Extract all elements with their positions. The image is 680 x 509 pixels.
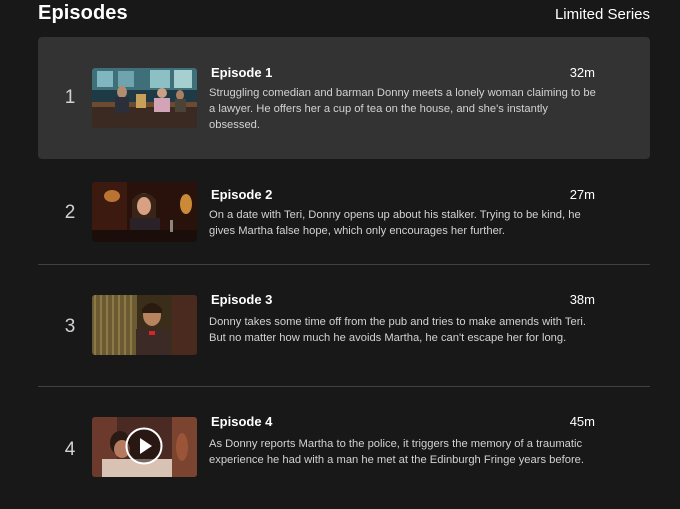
episode-duration: 45m <box>569 414 595 429</box>
episode-number: 3 <box>64 316 76 337</box>
episode-description: As Donny reports Martha to the police, i… <box>209 438 585 467</box>
episode-title: Episode 1 <box>211 65 273 80</box>
episode-duration: 38m <box>569 292 595 307</box>
episode-duration: 32m <box>569 65 595 80</box>
episodes-header: Episodes Limited Series <box>38 0 650 30</box>
episode-description: Struggling comedian and barman Donny mee… <box>209 87 596 132</box>
episode-thumbnail[interactable] <box>92 417 197 477</box>
episode-number: 2 <box>64 202 76 223</box>
play-icon[interactable] <box>125 427 163 465</box>
episode-thumbnail[interactable] <box>92 68 197 128</box>
episodes-panel: Episodes Limited Series 1 Episode 1 32m … <box>0 0 680 509</box>
episode-item-1[interactable]: 1 Episode 1 32m Struggling comedian and … <box>38 37 650 159</box>
episode-title: Episode 3 <box>211 292 273 307</box>
episode-number: 1 <box>64 87 76 108</box>
episode-title: Episode 2 <box>211 187 273 202</box>
episode-item-2[interactable]: 2 Episode 2 27m On a date with Teri, Don… <box>38 159 650 265</box>
episode-duration: 27m <box>569 187 595 202</box>
episode-number: 4 <box>64 439 76 460</box>
episodes-heading: Episodes <box>38 2 128 24</box>
episode-description: Donny takes some time off from the pub a… <box>209 316 587 345</box>
episode-thumbnail[interactable] <box>92 182 197 242</box>
episode-thumbnail[interactable] <box>92 295 197 355</box>
episode-item-4[interactable]: 4 Episode 4 45m As Donny reports Martha … <box>38 387 650 509</box>
episode-title: Episode 4 <box>211 414 273 429</box>
series-type-label: Limited Series <box>554 6 650 23</box>
episode-item-3[interactable]: 3 Episode 3 38m Donny takes some time of… <box>38 265 650 387</box>
episode-description: On a date with Teri, Donny opens up abou… <box>209 209 581 238</box>
